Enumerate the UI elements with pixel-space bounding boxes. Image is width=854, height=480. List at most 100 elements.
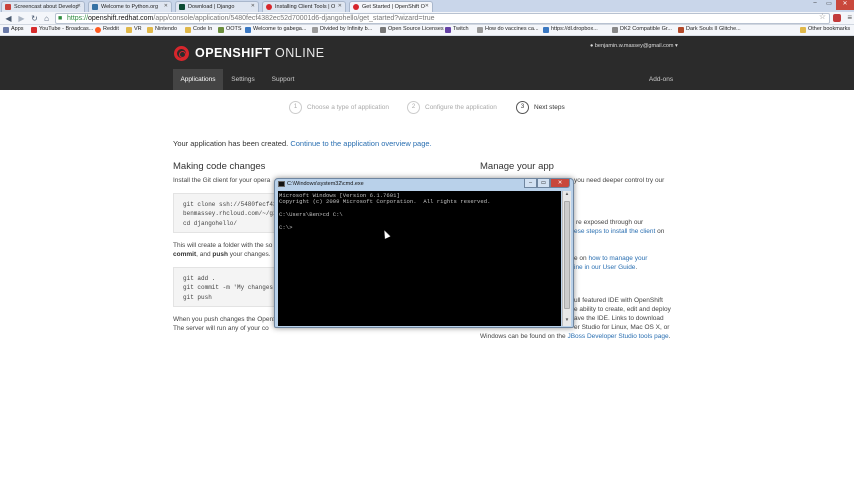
user-menu[interactable]: ● benjamin.w.massey@gmail.com ▾ <box>590 43 678 49</box>
overview-link[interactable]: Continue to the application overview pag… <box>290 139 431 148</box>
bookmark-label: Welcome to gabega... <box>253 26 307 32</box>
bookmark-item[interactable]: How do vaccines ca... <box>477 26 539 33</box>
ide-text-3: ave the IDE. Links to download <box>574 315 664 322</box>
other-bookmarks[interactable]: Other bookmarks <box>800 26 851 33</box>
install-client-link[interactable]: ese steps to install the client <box>574 228 655 235</box>
ide-text-2: e ability to create, edit and deploy <box>574 306 671 313</box>
site-logo-text[interactable]: OPENSHIFT ONLINE <box>195 46 325 60</box>
minimize-icon[interactable]: – <box>524 179 537 188</box>
close-tab-icon[interactable]: ✕ <box>164 3 168 9</box>
bookmark-item[interactable]: Dark Souls II Glitche... <box>678 26 741 33</box>
tab-label: Download | Django <box>188 4 235 10</box>
site-favicon-icon <box>179 4 185 10</box>
bookmark-item[interactable]: Welcome to gabega... <box>245 26 307 33</box>
scrollbar-thumb[interactable] <box>564 201 570 309</box>
step-label: Configure the application <box>425 104 497 111</box>
close-window-icon[interactable]: ✕ <box>550 179 570 188</box>
bookmark-item[interactable]: VR <box>126 26 142 33</box>
ide-text-5-post: . <box>668 333 671 340</box>
back-icon[interactable]: ◀ <box>3 13 14 24</box>
bookmark-item[interactable]: OOTS <box>218 26 242 33</box>
openshift-logo-icon[interactable] <box>174 46 189 61</box>
jboss-tools-link[interactable]: JBoss Developer Studio tools page <box>567 333 668 340</box>
bookmark-star-icon[interactable]: ☆ <box>819 12 826 21</box>
browser-tab[interactable]: Installing Client Tools | O ✕ <box>262 1 346 12</box>
maximize-icon[interactable]: ▭ <box>822 0 836 10</box>
manage-text-3b: ine in our User Guide. <box>574 263 637 272</box>
page-icon <box>612 27 618 33</box>
site-favicon-icon <box>245 27 251 33</box>
clone-code-block: git clone ssh://5480fecf43 benmassey.rhc… <box>173 193 275 233</box>
bookmark-item[interactable]: Nintendo <box>147 26 177 33</box>
commit-post: your changes. <box>227 251 271 258</box>
manage-text-2b-post: on <box>655 228 665 235</box>
bookmark-label: Open Source Licenses <box>388 26 444 32</box>
bookmark-label: VR <box>134 26 142 32</box>
bookmark-label: Code In <box>193 26 213 32</box>
scroll-up-icon[interactable]: ▲ <box>563 191 571 200</box>
manage-text-2a: re exposed through our <box>576 219 644 226</box>
bookmarks-bar: Apps YouTube - Broadcas... Reddit VR Nin… <box>0 25 854 36</box>
folder-icon <box>800 27 806 33</box>
cmd-window-controls: – ▭ ✕ <box>524 179 570 188</box>
making-changes-heading: Making code changes <box>173 161 266 172</box>
forward-icon[interactable]: ▶ <box>16 13 27 24</box>
site-header: OPENSHIFT ONLINE ● benjamin.w.massey@gma… <box>0 36 854 90</box>
scroll-down-icon[interactable]: ▼ <box>563 317 571 326</box>
tab-label: Screencast about Develop <box>14 4 79 10</box>
cmd-scrollbar[interactable]: ▲ ▼ <box>562 191 571 326</box>
manage-text-3: e on how to manage your <box>574 254 647 263</box>
browser-tab-active[interactable]: Get Started | OpenShift O ✕ <box>349 1 433 12</box>
address-bar[interactable]: ■ https://openshift.redhat.com/app/conso… <box>55 13 830 24</box>
minimize-icon[interactable]: – <box>808 0 822 10</box>
bookmark-item[interactable]: DK2 Compatible Gr... <box>612 26 672 33</box>
ide-text-5: Windows can be found on the JBoss Develo… <box>480 332 670 341</box>
cmd-window[interactable]: C:\Windows\system32\cmd.exe – ▭ ✕ Micros… <box>274 178 574 328</box>
bookmark-item[interactable]: Twitch <box>445 26 469 33</box>
nav-addons[interactable]: Add-ons <box>642 69 680 90</box>
manage-app-heading: Manage your app <box>480 161 554 172</box>
maximize-icon[interactable]: ▭ <box>537 179 550 188</box>
wizard-steps: 1 Choose a type of application 2 Configu… <box>0 99 854 117</box>
browser-menu-icon[interactable]: ≡ <box>847 13 852 22</box>
bookmark-item[interactable]: Open Source Licenses <box>380 26 444 33</box>
close-window-icon[interactable]: ✕ <box>836 0 854 10</box>
manage-text-3-pre: e on <box>574 255 589 262</box>
url-host: openshift.redhat.com <box>88 15 154 22</box>
bookmark-label: YouTube - Broadcas... <box>39 26 94 32</box>
browser-tab[interactable]: Download | Django ✕ <box>175 1 259 12</box>
url-path: /app/console/application/5480fecf4382ec5… <box>153 15 435 22</box>
bookmark-item[interactable]: Divided by Infinity b... <box>312 26 372 33</box>
bookmark-item[interactable]: YouTube - Broadcas... <box>31 26 94 33</box>
lock-icon: ■ <box>58 15 63 22</box>
site-favicon-icon <box>5 4 11 10</box>
bookmark-item[interactable]: Code In <box>185 26 213 33</box>
home-icon[interactable]: ⌂ <box>41 13 52 24</box>
manage-app-link[interactable]: how to manage your <box>588 255 647 262</box>
close-tab-icon[interactable]: ✕ <box>338 3 342 9</box>
bookmark-item[interactable]: Reddit <box>95 26 119 33</box>
close-tab-icon[interactable]: ✕ <box>77 3 81 9</box>
cmd-console[interactable]: Microsoft Windows [Version 6.1.7601] Cop… <box>278 191 561 326</box>
user-guide-link[interactable]: ine in our User Guide <box>574 264 635 271</box>
step-number: 2 <box>407 101 420 114</box>
page-icon <box>477 27 483 33</box>
nav-applications[interactable]: Applications <box>173 69 223 90</box>
bookmark-item[interactable]: Apps <box>3 26 24 33</box>
site-favicon-icon <box>92 4 98 10</box>
browser-tab[interactable]: Screencast about Develop ✕ <box>1 1 85 12</box>
nav-support[interactable]: Support <box>266 69 300 90</box>
bookmark-label: Other bookmarks <box>808 26 851 32</box>
close-tab-icon[interactable]: ✕ <box>425 3 429 9</box>
nav-settings[interactable]: Settings <box>226 69 260 90</box>
reload-icon[interactable]: ↻ <box>29 13 40 24</box>
browser-tab[interactable]: Welcome to Python.org ✕ <box>88 1 172 12</box>
step-number: 3 <box>516 101 529 114</box>
reddit-icon <box>95 27 101 33</box>
extension-icon[interactable] <box>833 14 841 22</box>
cmd-icon <box>278 181 285 187</box>
page-icon <box>678 27 684 33</box>
close-tab-icon[interactable]: ✕ <box>251 3 255 9</box>
bookmark-item[interactable]: https://dl.dropbox... <box>543 26 598 33</box>
oots-icon <box>218 27 224 33</box>
